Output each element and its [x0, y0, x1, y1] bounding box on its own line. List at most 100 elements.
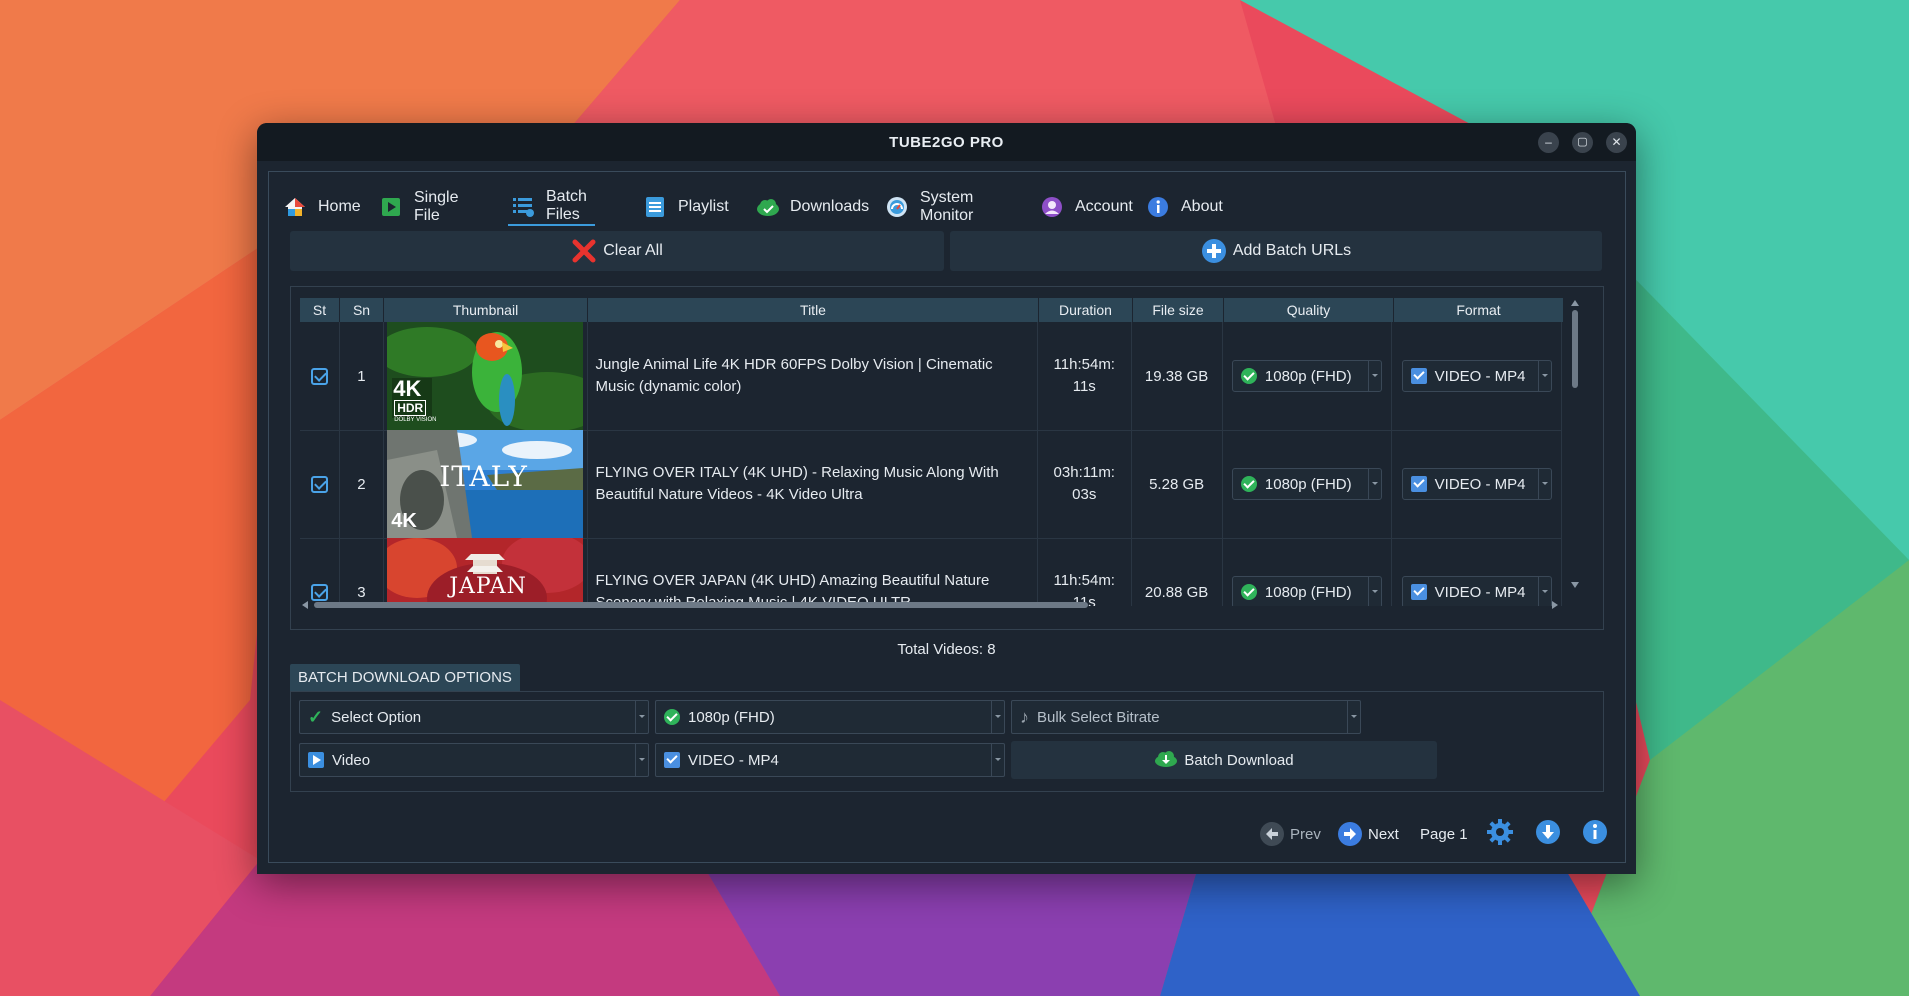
col-header-sn[interactable]: Sn: [340, 298, 384, 322]
col-header-st[interactable]: St: [300, 298, 340, 322]
row-checkbox[interactable]: [310, 367, 328, 385]
quality-cell: 1080p (FHD): [1223, 322, 1393, 430]
col-header-duration[interactable]: Duration: [1039, 298, 1133, 322]
format-value: VIDEO - MP4: [1434, 475, 1526, 493]
table-row[interactable]: 2 ITALY 4K FLYING OVER ITALY (4K UHD) - …: [300, 430, 1562, 539]
batch-download-button[interactable]: Batch Download: [1011, 741, 1437, 779]
home-icon: [284, 196, 306, 218]
tab-single-file-label: Single File: [414, 189, 459, 224]
tab-account-label: Account: [1075, 198, 1133, 215]
col-header-file-size[interactable]: File size: [1133, 298, 1224, 322]
green-check-icon: [664, 709, 680, 725]
tab-system-monitor-label: System Monitor: [920, 189, 974, 224]
bulk-bitrate-dropdown[interactable]: ♪ Bulk Select Bitrate: [1011, 700, 1361, 734]
row-duration: 03h:11m: 03s: [1038, 430, 1132, 538]
chevron-down-icon[interactable]: [991, 701, 1004, 733]
thumbnail-image: JAPAN: [387, 538, 584, 606]
thumbnail-cell: JAPAN: [384, 538, 588, 606]
download-icon: [1534, 818, 1562, 850]
row-sn: 3: [340, 538, 384, 606]
chevron-down-icon[interactable]: [991, 744, 1004, 776]
total-videos-count: 8: [987, 641, 996, 658]
minimize-button[interactable]: –: [1538, 132, 1559, 153]
next-button[interactable]: Next: [1338, 820, 1399, 848]
thumbnail-image: ITALY 4K: [387, 430, 584, 538]
table-row[interactable]: 1 4K HDR DOLBY VISION Jungle Animal Life…: [300, 322, 1562, 431]
row-title: FLYING OVER JAPAN (4K UHD) Amazing Beaut…: [588, 538, 1038, 606]
chevron-down-icon[interactable]: [1367, 469, 1381, 499]
quality-select[interactable]: 1080p (FHD): [1231, 468, 1382, 500]
quality-select[interactable]: 1080p (FHD): [1231, 360, 1382, 392]
tab-about[interactable]: About: [1147, 188, 1223, 226]
app-window: TUBE2GO PRO – ▢ ✕ Home Single File Batch…: [257, 123, 1636, 874]
clear-all-button[interactable]: Clear All: [290, 231, 944, 271]
thumb-brand-text: DOLBY VISION: [394, 417, 437, 423]
blue-check-icon: [1410, 476, 1427, 492]
green-check-icon: [1240, 476, 1257, 492]
chevron-down-icon[interactable]: [1347, 701, 1360, 733]
row-checkbox-cell: [300, 430, 340, 538]
table-header: St Sn Thumbnail Title Duration File size…: [300, 298, 1564, 322]
batch-download-label: Batch Download: [1184, 751, 1294, 769]
media-type-dropdown[interactable]: Video: [299, 743, 649, 777]
chevron-down-icon[interactable]: [1367, 361, 1381, 391]
select-option-dropdown[interactable]: ✓ Select Option: [299, 700, 649, 734]
bulk-format-dropdown[interactable]: VIDEO - MP4: [655, 743, 1005, 777]
thumb-4k-text: 4K: [391, 510, 417, 532]
col-header-format[interactable]: Format: [1394, 298, 1564, 322]
add-batch-urls-label: Add Batch URLs: [1232, 242, 1352, 259]
tab-batch-files[interactable]: Batch Files: [508, 188, 595, 226]
col-header-quality[interactable]: Quality: [1224, 298, 1394, 322]
close-button[interactable]: ✕: [1606, 132, 1627, 153]
prev-button[interactable]: Prev: [1260, 820, 1321, 848]
info-button[interactable]: [1581, 820, 1609, 848]
col-header-thumbnail[interactable]: Thumbnail: [384, 298, 588, 322]
tab-account[interactable]: Account: [1041, 188, 1133, 226]
row-checkbox-cell: [300, 322, 340, 430]
thumbnail-cell: ITALY 4K: [384, 430, 588, 538]
row-checkbox[interactable]: [310, 475, 328, 493]
col-header-title[interactable]: Title: [588, 298, 1039, 322]
select-option-value: Select Option: [331, 708, 422, 726]
arrow-left-icon: [1260, 822, 1284, 846]
cloud-download-icon: [1154, 749, 1178, 771]
video-play-icon: [308, 752, 324, 768]
plus-circle-icon: [1201, 238, 1227, 264]
row-sn: 1: [340, 322, 384, 430]
blue-check-icon: [1410, 368, 1427, 384]
format-select[interactable]: VIDEO - MP4: [1401, 468, 1552, 500]
tab-downloads[interactable]: Downloads: [756, 188, 869, 226]
vertical-scrollbar[interactable]: [1569, 298, 1581, 594]
bulk-quality-dropdown[interactable]: 1080p (FHD): [655, 700, 1005, 734]
quality-value: 1080p (FHD): [1264, 475, 1352, 493]
bulk-quality-value: 1080p (FHD): [688, 708, 775, 726]
batch-options-panel: ✓ Select Option 1080p (FHD) ♪ Bulk Selec…: [290, 691, 1604, 792]
maximize-button[interactable]: ▢: [1572, 132, 1593, 153]
table-body: 1 4K HDR DOLBY VISION Jungle Animal Life…: [300, 322, 1562, 606]
add-batch-urls-button[interactable]: Add Batch URLs: [950, 231, 1602, 271]
format-select[interactable]: VIDEO - MP4: [1401, 360, 1552, 392]
tab-playlist[interactable]: Playlist: [644, 188, 729, 226]
tab-home-label: Home: [318, 198, 361, 215]
tab-single-file[interactable]: Single File: [380, 188, 458, 226]
thumbnail-image: 4K HDR DOLBY VISION: [387, 322, 584, 430]
settings-button[interactable]: [1486, 819, 1514, 848]
chevron-down-icon[interactable]: [635, 701, 648, 733]
table-row[interactable]: 3 JAPAN FLYING OVER JAPAN (4K UHD) Amazi…: [300, 538, 1562, 606]
tab-home[interactable]: Home: [284, 188, 361, 226]
row-duration: 11h:54m: 11s: [1038, 538, 1132, 606]
row-sn: 2: [340, 430, 384, 538]
playlist-icon: [644, 196, 666, 218]
chevron-down-icon[interactable]: [635, 744, 648, 776]
horizontal-scrollbar[interactable]: [300, 597, 1560, 609]
info-icon: [1581, 818, 1609, 850]
tab-downloads-label: Downloads: [790, 198, 870, 215]
music-note-icon: ♪: [1020, 706, 1029, 727]
tab-system-monitor[interactable]: System Monitor: [886, 188, 973, 226]
chevron-down-icon[interactable]: [1537, 469, 1551, 499]
arrow-right-icon: [1338, 822, 1362, 846]
chevron-down-icon[interactable]: [1537, 361, 1551, 391]
prev-label: Prev: [1290, 825, 1321, 843]
checkmark-icon: ✓: [308, 706, 324, 727]
download-button[interactable]: [1534, 820, 1562, 848]
